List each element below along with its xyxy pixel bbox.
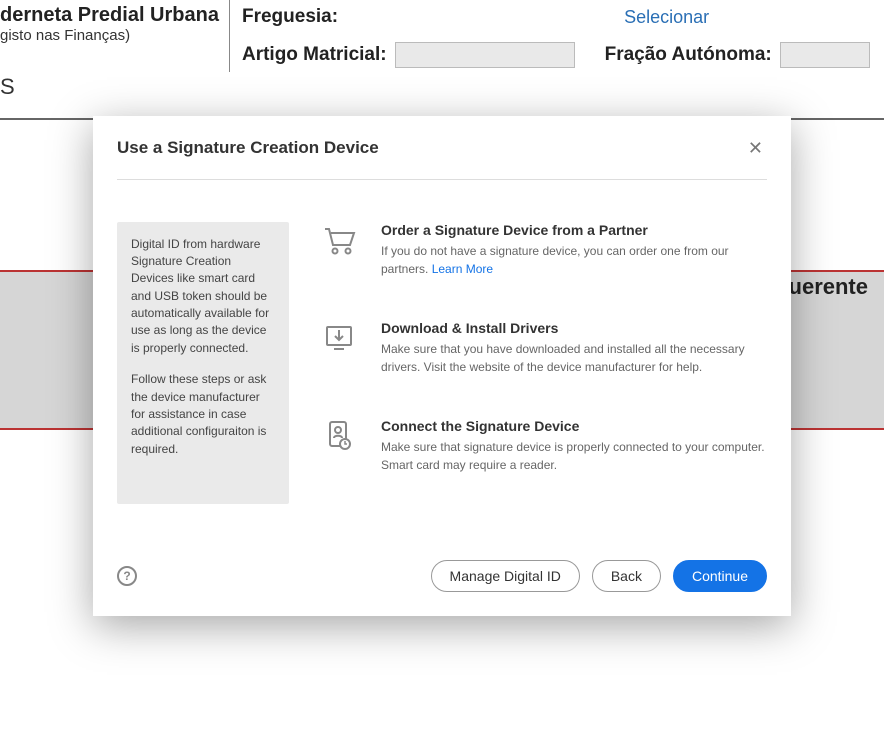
modal-overlay: Use a Signature Creation Device ✕ Digita… — [0, 0, 884, 731]
step-download-body: Download & Install Drivers Make sure tha… — [381, 320, 767, 376]
step-order-body: Order a Signature Device from a Partner … — [381, 222, 767, 278]
step-download-desc: Make sure that you have downloaded and i… — [381, 340, 767, 376]
close-icon: ✕ — [748, 138, 763, 158]
footer-buttons: Manage Digital ID Back Continue — [431, 560, 767, 592]
back-button[interactable]: Back — [592, 560, 661, 592]
step-download-title: Download & Install Drivers — [381, 320, 767, 336]
side-info-p1: Digital ID from hardware Signature Creat… — [131, 236, 275, 358]
step-order: Order a Signature Device from a Partner … — [321, 222, 767, 278]
help-icon[interactable]: ? — [117, 566, 137, 586]
step-connect-body: Connect the Signature Device Make sure t… — [381, 418, 767, 474]
close-button[interactable]: ✕ — [744, 134, 767, 163]
device-icon — [321, 418, 357, 454]
modal-footer: ? Manage Digital ID Back Continue — [93, 560, 791, 616]
learn-more-link[interactable]: Learn More — [432, 262, 493, 276]
steps-list: Order a Signature Device from a Partner … — [321, 222, 767, 540]
modal-body: Digital ID from hardware Signature Creat… — [93, 180, 791, 560]
side-info-p2: Follow these steps or ask the device man… — [131, 371, 275, 458]
manage-digital-id-button[interactable]: Manage Digital ID — [431, 560, 580, 592]
step-order-title: Order a Signature Device from a Partner — [381, 222, 767, 238]
cart-icon — [321, 222, 357, 258]
step-connect-desc: Make sure that signature device is prope… — [381, 438, 767, 474]
modal-side-info: Digital ID from hardware Signature Creat… — [117, 222, 289, 504]
modal-header: Use a Signature Creation Device ✕ — [117, 116, 767, 180]
download-icon — [321, 320, 357, 356]
signature-device-modal: Use a Signature Creation Device ✕ Digita… — [93, 116, 791, 616]
modal-title: Use a Signature Creation Device — [117, 138, 379, 158]
step-connect: Connect the Signature Device Make sure t… — [321, 418, 767, 474]
step-connect-title: Connect the Signature Device — [381, 418, 767, 434]
help-icon-symbol: ? — [123, 569, 130, 583]
step-order-desc: If you do not have a signature device, y… — [381, 242, 767, 278]
footer-left: ? — [117, 566, 137, 586]
step-download: Download & Install Drivers Make sure tha… — [321, 320, 767, 376]
continue-button[interactable]: Continue — [673, 560, 767, 592]
